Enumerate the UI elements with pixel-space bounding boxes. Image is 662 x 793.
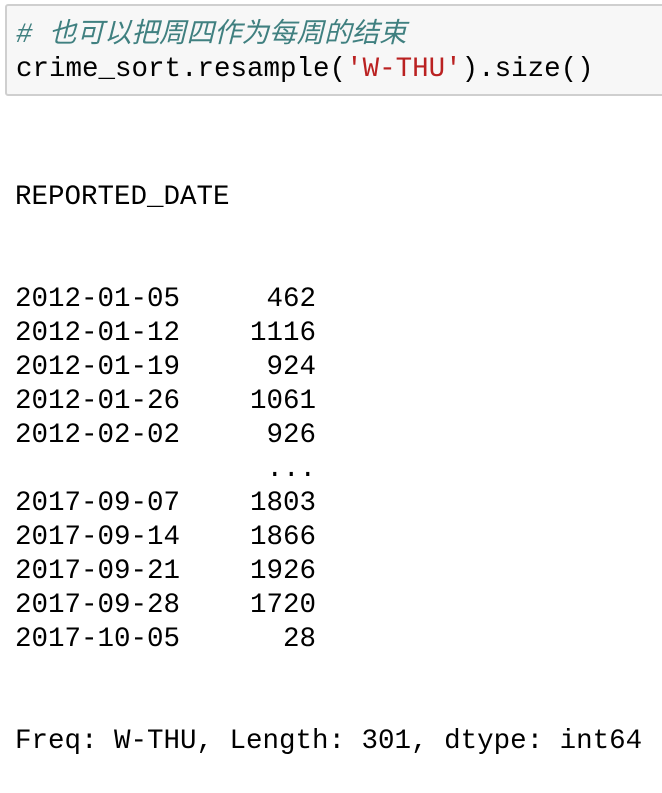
row-date: 2017-10-05: [15, 624, 181, 655]
series-rows: 2012-01-05 462 2012-01-12 1116 2012-01-19 924…: [15, 283, 642, 657]
row-value: 1061: [249, 386, 316, 417]
code-editor[interactable]: # 也可以把周四作为每周的结束 crime_sort.resample('W-TH…: [16, 19, 594, 87]
row-date: 2017-09-07: [15, 488, 181, 519]
row-value: 926: [266, 420, 316, 451]
row-value: 1803: [249, 488, 316, 519]
series-row: 2012-01-12 1116: [15, 317, 642, 351]
series-row: 2017-09-28 1720: [15, 589, 642, 623]
row-value: 1866: [249, 522, 316, 553]
code-comment: # 也可以把周四作为每周的结束: [16, 20, 407, 51]
row-date: 2017-09-21: [15, 556, 181, 587]
code-call: crime_sort.resample(: [16, 54, 347, 85]
cell-output: REPORTED_DATE 2012-01-05 462 2012-01-12 111…: [15, 113, 642, 793]
row-value: 28: [282, 624, 316, 655]
row-date: 2012-01-12: [15, 318, 181, 349]
series-row: 2012-01-19 924: [15, 351, 642, 385]
series-row: 2017-10-05 28: [15, 623, 642, 657]
index-name: REPORTED_DATE: [15, 182, 230, 213]
series-row: 2012-02-02 926: [15, 419, 642, 453]
series-row: ...: [15, 453, 642, 487]
row-date: 2012-01-19: [15, 352, 181, 383]
row-value: 924: [266, 352, 316, 383]
series-row: 2017-09-14 1866: [15, 521, 642, 555]
row-date: 2012-02-02: [15, 420, 181, 451]
row-value: 462: [266, 284, 316, 315]
code-call-suffix: ).size(): [461, 54, 594, 85]
row-value: 1116: [249, 318, 316, 349]
row-value: 1926: [249, 556, 316, 587]
row-date: 2017-09-14: [15, 522, 181, 553]
code-line: crime_sort.resample('W-THU').size(): [16, 53, 594, 87]
code-input-cell[interactable]: # 也可以把周四作为每周的结束 crime_sort.resample('W-TH…: [5, 4, 662, 96]
series-row: 2012-01-26 1061: [15, 385, 642, 419]
row-value: 1720: [249, 590, 316, 621]
series-footer: Freq: W-THU, Length: 301, dtype: int64: [15, 726, 643, 757]
series-row: 2012-01-05 462: [15, 283, 642, 317]
row-value: ...: [266, 454, 316, 485]
code-string-literal: 'W-THU': [346, 54, 462, 85]
row-date: 2017-09-28: [15, 590, 181, 621]
series-row: 2017-09-07 1803: [15, 487, 642, 521]
row-date: 2012-01-26: [15, 386, 181, 417]
row-date: [15, 453, 182, 487]
series-row: 2017-09-21 1926: [15, 555, 642, 589]
row-date: 2012-01-05: [15, 284, 181, 315]
